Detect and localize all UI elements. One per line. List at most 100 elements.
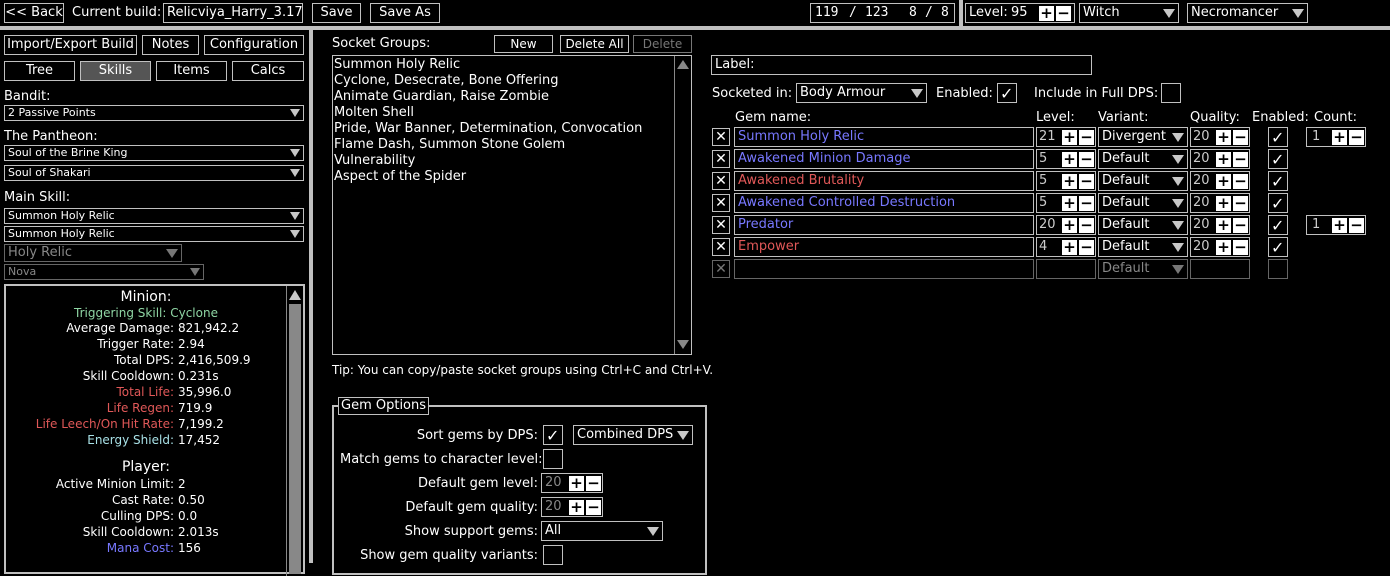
default-quality-minus-button[interactable]: − — [586, 500, 601, 515]
remove-gem-icon[interactable]: ✕ — [712, 194, 730, 212]
group-label-field[interactable]: Label: — [711, 55, 1092, 75]
main-skill-gem-dropdown[interactable]: Summon Holy Relic — [4, 226, 304, 242]
level-plus-button[interactable]: + — [1039, 6, 1054, 21]
match-level-checkbox[interactable] — [543, 449, 563, 469]
bandit-dropdown[interactable]: 2 Passive Points — [4, 105, 304, 121]
notes-button[interactable]: Notes — [142, 35, 199, 55]
gem-count-plus-button[interactable]: + — [1332, 130, 1347, 145]
sort-mode-dropdown[interactable]: Combined DPS — [573, 425, 693, 445]
gem-quality-plus-button[interactable]: + — [1216, 196, 1231, 211]
class-dropdown[interactable]: Witch — [1079, 3, 1179, 23]
full-dps-checkbox[interactable] — [1161, 83, 1181, 103]
gem-quality-plus-button[interactable]: + — [1216, 174, 1231, 189]
gem-level-plus-button[interactable]: + — [1062, 130, 1077, 145]
new-gem-level-field[interactable] — [1036, 259, 1096, 279]
default-level-field[interactable]: 20 + − — [541, 473, 603, 493]
gem-level-field[interactable]: 21 + − — [1036, 127, 1096, 147]
pantheon-major-dropdown[interactable]: Soul of the Brine King — [4, 145, 304, 161]
gem-quality-field[interactable]: 20 + − — [1190, 171, 1250, 191]
gem-variant-dropdown[interactable]: Default — [1098, 237, 1188, 257]
gem-level-plus-button[interactable]: + — [1062, 174, 1077, 189]
gem-enabled-checkbox[interactable]: ✓ — [1268, 127, 1288, 147]
gem-enabled-checkbox[interactable]: ✓ — [1268, 149, 1288, 169]
gem-count-plus-button[interactable]: + — [1332, 218, 1347, 233]
default-level-plus-button[interactable]: + — [569, 476, 584, 491]
gem-level-minus-button[interactable]: − — [1079, 174, 1094, 189]
back-button[interactable]: << Back — [4, 3, 64, 23]
save-button[interactable]: Save — [312, 3, 361, 23]
level-field[interactable]: Level: 95 + − — [965, 3, 1075, 23]
scroll-thumb[interactable] — [289, 304, 301, 574]
gem-name-field[interactable]: Empower — [734, 237, 1034, 257]
gem-quality-minus-button[interactable]: − — [1233, 218, 1248, 233]
scroll-up-arrow-icon[interactable] — [677, 60, 689, 69]
gem-level-field[interactable]: 5 + − — [1036, 149, 1096, 169]
gem-name-field[interactable]: Awakened Controlled Destruction — [734, 193, 1034, 213]
new-group-button[interactable]: New — [494, 35, 553, 53]
gem-level-field[interactable]: 5 + − — [1036, 171, 1096, 191]
new-gem-name-field[interactable] — [734, 259, 1034, 279]
socketed-in-dropdown[interactable]: Body Armour — [796, 83, 927, 103]
socket-group-item[interactable]: Summon Holy Relic — [334, 57, 674, 73]
stats-scrollbar[interactable] — [286, 286, 303, 576]
gem-variant-dropdown[interactable]: Default — [1098, 215, 1188, 235]
gem-enabled-checkbox[interactable]: ✓ — [1268, 171, 1288, 191]
remove-gem-icon[interactable]: ✕ — [712, 260, 730, 278]
default-level-minus-button[interactable]: − — [586, 476, 601, 491]
main-skill-part-dropdown[interactable]: Holy Relic — [4, 244, 182, 262]
delete-group-button[interactable]: Delete — [633, 35, 692, 53]
gem-quality-plus-button[interactable]: + — [1216, 240, 1231, 255]
gem-quality-minus-button[interactable]: − — [1233, 130, 1248, 145]
socket-group-item[interactable]: Cyclone, Desecrate, Bone Offering — [334, 73, 674, 89]
gem-name-field[interactable]: Summon Holy Relic — [734, 127, 1034, 147]
gem-level-minus-button[interactable]: − — [1079, 218, 1094, 233]
new-gem-enabled-checkbox[interactable] — [1268, 259, 1288, 279]
gem-variant-dropdown[interactable]: Default — [1098, 193, 1188, 213]
gem-level-minus-button[interactable]: − — [1079, 240, 1094, 255]
new-gem-quality-field[interactable] — [1190, 259, 1250, 279]
gem-quality-minus-button[interactable]: − — [1233, 240, 1248, 255]
remove-gem-icon[interactable]: ✕ — [712, 238, 730, 256]
gem-name-field[interactable]: Awakened Brutality — [734, 171, 1034, 191]
tab-items[interactable]: Items — [156, 61, 227, 81]
build-name-field[interactable]: Relicviya_Harry_3.17 — [163, 3, 303, 23]
import-export-button[interactable]: Import/Export Build — [4, 35, 137, 55]
gem-level-field[interactable]: 5 + − — [1036, 193, 1096, 213]
socket-group-item[interactable]: Flame Dash, Summon Stone Golem — [334, 137, 674, 153]
pantheon-minor-dropdown[interactable]: Soul of Shakari — [4, 165, 304, 181]
gem-count-field[interactable]: 1 + − — [1306, 215, 1366, 235]
gem-level-field[interactable]: 20 + − — [1036, 215, 1096, 235]
gem-enabled-checkbox[interactable]: ✓ — [1268, 215, 1288, 235]
gem-enabled-checkbox[interactable]: ✓ — [1268, 193, 1288, 213]
gem-count-minus-button[interactable]: − — [1349, 130, 1364, 145]
socket-group-item[interactable]: Animate Guardian, Raise Zombie — [334, 89, 674, 105]
socket-group-item[interactable]: Aspect of the Spider — [334, 169, 674, 185]
save-as-button[interactable]: Save As — [370, 3, 440, 23]
default-quality-plus-button[interactable]: + — [569, 500, 584, 515]
gem-variant-dropdown[interactable]: Default — [1098, 171, 1188, 191]
gem-level-minus-button[interactable]: − — [1079, 130, 1094, 145]
gem-quality-field[interactable]: 20 + − — [1190, 237, 1250, 257]
gem-quality-field[interactable]: 20 + − — [1190, 215, 1250, 235]
group-enabled-checkbox[interactable]: ✓ — [997, 83, 1017, 103]
main-skill-minion-dropdown[interactable]: Nova — [4, 264, 204, 280]
tab-skills[interactable]: Skills — [80, 61, 151, 81]
gem-level-minus-button[interactable]: − — [1079, 196, 1094, 211]
remove-gem-icon[interactable]: ✕ — [712, 172, 730, 190]
remove-gem-icon[interactable]: ✕ — [712, 150, 730, 168]
show-variants-checkbox[interactable] — [543, 545, 563, 565]
scroll-up-arrow-icon[interactable] — [289, 290, 301, 300]
ascendancy-dropdown[interactable]: Necromancer — [1187, 3, 1308, 23]
socket-group-item[interactable]: Pride, War Banner, Determination, Convoc… — [334, 121, 674, 137]
socket-group-item[interactable]: Molten Shell — [334, 105, 674, 121]
gem-level-minus-button[interactable]: − — [1079, 152, 1094, 167]
gem-quality-plus-button[interactable]: + — [1216, 218, 1231, 233]
gem-enabled-checkbox[interactable]: ✓ — [1268, 237, 1288, 257]
gem-variant-dropdown[interactable]: Default — [1098, 149, 1188, 169]
level-minus-button[interactable]: − — [1056, 6, 1071, 21]
default-quality-field[interactable]: 20 + − — [541, 497, 603, 517]
gem-quality-field[interactable]: 20 + − — [1190, 149, 1250, 169]
gem-count-minus-button[interactable]: − — [1349, 218, 1364, 233]
gem-quality-plus-button[interactable]: + — [1216, 130, 1231, 145]
socket-group-item[interactable]: Vulnerability — [334, 153, 674, 169]
